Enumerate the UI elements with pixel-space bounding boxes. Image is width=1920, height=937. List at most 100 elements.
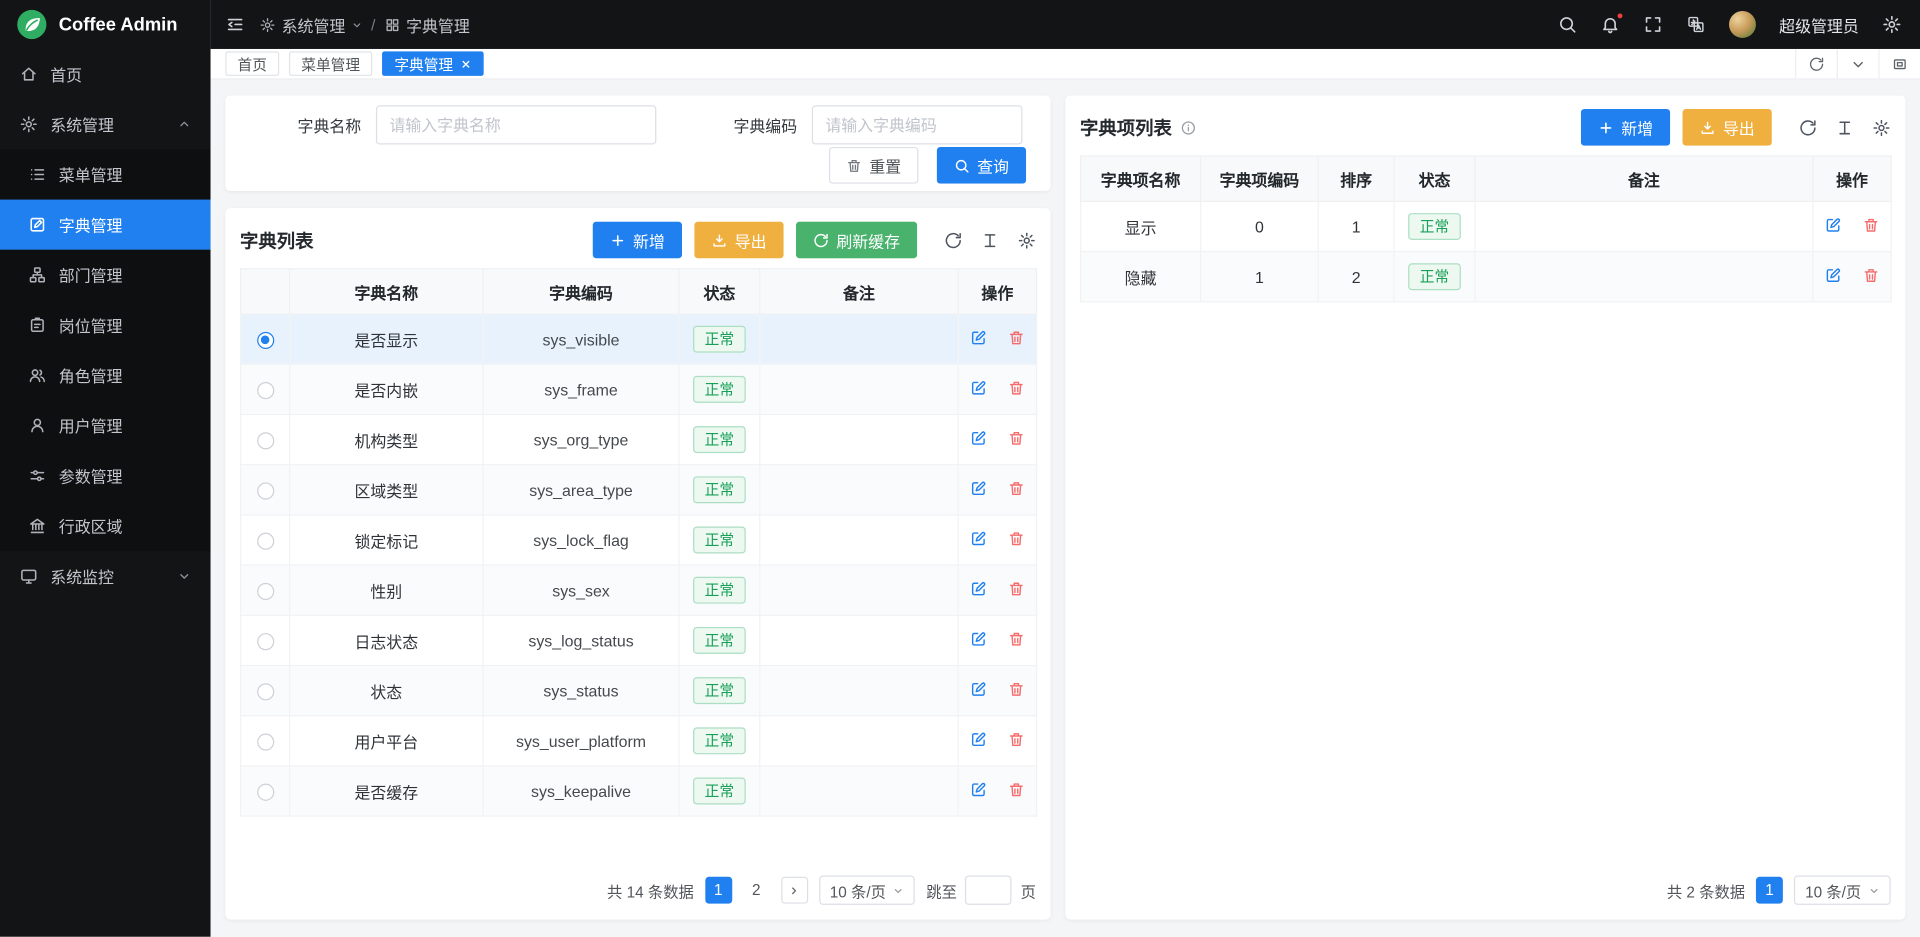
table-row[interactable]: 锁定标记 sys_lock_flag 正常 bbox=[241, 515, 1037, 565]
page-size-select[interactable]: 10 条/页 bbox=[819, 876, 916, 905]
tab-home[interactable]: 首页 bbox=[225, 51, 279, 75]
delete-icon[interactable] bbox=[1862, 216, 1879, 233]
table-row[interactable]: 是否内嵌 sys_frame 正常 bbox=[241, 364, 1037, 414]
table-row[interactable]: 机构类型 sys_org_type 正常 bbox=[241, 414, 1037, 464]
breadcrumb-page[interactable]: 字典管理 bbox=[384, 13, 470, 36]
edit-icon[interactable] bbox=[1825, 266, 1842, 283]
info-icon[interactable] bbox=[1180, 119, 1196, 135]
chevron-down-icon[interactable] bbox=[1837, 49, 1879, 78]
column-settings-gear-icon[interactable] bbox=[1872, 118, 1890, 136]
refresh-icon[interactable] bbox=[1795, 49, 1837, 78]
export-items-button[interactable]: 导出 bbox=[1682, 109, 1771, 146]
sidebar-item-param-mgmt[interactable]: 参数管理 bbox=[0, 451, 211, 501]
bell-icon[interactable] bbox=[1600, 15, 1620, 35]
refresh-icon[interactable] bbox=[1799, 118, 1817, 136]
table-row[interactable]: 区域类型 sys_area_type 正常 bbox=[241, 465, 1037, 515]
delete-icon[interactable] bbox=[1008, 479, 1025, 496]
sidebar-item-menu-mgmt[interactable]: 菜单管理 bbox=[0, 149, 211, 199]
delete-icon[interactable] bbox=[1008, 530, 1025, 547]
export-button[interactable]: 导出 bbox=[694, 222, 783, 259]
delete-icon[interactable] bbox=[1008, 630, 1025, 647]
add-button[interactable]: 新增 bbox=[593, 222, 682, 259]
dict-name-input[interactable] bbox=[376, 105, 656, 144]
breadcrumb: 系统管理 / 字典管理 bbox=[260, 13, 470, 36]
content-fullscreen-icon[interactable] bbox=[1878, 49, 1920, 78]
row-radio[interactable] bbox=[257, 683, 274, 700]
row-radio[interactable] bbox=[257, 432, 274, 449]
edit-icon[interactable] bbox=[1825, 216, 1842, 233]
row-radio[interactable] bbox=[257, 382, 274, 399]
table-row[interactable]: 性别 sys_sex 正常 bbox=[241, 565, 1037, 615]
dict-code: sys_sex bbox=[483, 565, 679, 615]
sidebar-item-dict-mgmt[interactable]: 字典管理 bbox=[0, 200, 211, 250]
close-icon[interactable] bbox=[460, 58, 471, 69]
sidebar-item-user-mgmt[interactable]: 用户管理 bbox=[0, 400, 211, 450]
table-row[interactable]: 隐藏 1 2 正常 bbox=[1081, 252, 1892, 302]
delete-icon[interactable] bbox=[1008, 680, 1025, 697]
delete-icon[interactable] bbox=[1008, 781, 1025, 798]
page-button-1[interactable]: 1 bbox=[705, 877, 732, 904]
delete-icon[interactable] bbox=[1862, 266, 1879, 283]
edit-icon[interactable] bbox=[970, 630, 987, 647]
translate-icon[interactable] bbox=[1686, 15, 1706, 35]
delete-icon[interactable] bbox=[1008, 429, 1025, 446]
tab-menu-mgmt[interactable]: 菜单管理 bbox=[289, 51, 372, 75]
row-radio[interactable] bbox=[257, 633, 274, 650]
add-item-button[interactable]: 新增 bbox=[1581, 109, 1670, 146]
sidebar-item-role-mgmt[interactable]: 角色管理 bbox=[0, 350, 211, 400]
row-radio[interactable] bbox=[257, 532, 274, 549]
table-row[interactable]: 状态 sys_status 正常 bbox=[241, 666, 1037, 716]
edit-icon[interactable] bbox=[970, 379, 987, 396]
delete-icon[interactable] bbox=[1008, 379, 1025, 396]
fullscreen-icon[interactable] bbox=[1643, 15, 1663, 35]
next-page-button[interactable] bbox=[781, 877, 808, 904]
avatar[interactable] bbox=[1729, 11, 1756, 38]
column-settings-gear-icon[interactable] bbox=[1018, 231, 1036, 249]
sidebar-group-monitor[interactable]: 系统监控 bbox=[0, 551, 211, 601]
row-radio[interactable] bbox=[257, 482, 274, 499]
edit-icon[interactable] bbox=[970, 781, 987, 798]
sidebar-group-system[interactable]: 系统管理 bbox=[0, 99, 211, 149]
table-row[interactable]: 是否显示 sys_visible 正常 bbox=[241, 314, 1037, 364]
sidebar-item-home[interactable]: 首页 bbox=[0, 49, 211, 99]
delete-icon[interactable] bbox=[1008, 580, 1025, 597]
edit-icon[interactable] bbox=[970, 479, 987, 496]
search-icon[interactable] bbox=[1558, 15, 1578, 35]
breadcrumb-system[interactable]: 系统管理 bbox=[260, 13, 363, 36]
tab-dict-mgmt[interactable]: 字典管理 bbox=[382, 51, 484, 75]
reset-button[interactable]: 重置 bbox=[829, 147, 918, 184]
row-radio[interactable] bbox=[257, 332, 274, 349]
page-button-1[interactable]: 1 bbox=[1756, 877, 1783, 904]
username[interactable]: 超级管理员 bbox=[1779, 13, 1859, 36]
delete-icon[interactable] bbox=[1008, 730, 1025, 747]
table-row[interactable]: 是否缓存 sys_keepalive 正常 bbox=[241, 766, 1037, 816]
edit-icon[interactable] bbox=[970, 429, 987, 446]
edit-icon[interactable] bbox=[970, 329, 987, 346]
row-radio[interactable] bbox=[257, 733, 274, 750]
edit-icon[interactable] bbox=[970, 580, 987, 597]
row-radio[interactable] bbox=[257, 583, 274, 600]
settings-gear-icon[interactable] bbox=[1882, 15, 1902, 35]
sidebar-item-region[interactable]: 行政区域 bbox=[0, 501, 211, 551]
row-radio[interactable] bbox=[257, 783, 274, 800]
menu-fold-icon[interactable] bbox=[225, 15, 245, 35]
density-icon[interactable] bbox=[1836, 118, 1854, 136]
pagination-total: 共 2 条数据 bbox=[1667, 879, 1745, 902]
jump-page-input[interactable] bbox=[965, 876, 1012, 905]
page-button-2[interactable]: 2 bbox=[743, 877, 770, 904]
table-row[interactable]: 显示 0 1 正常 bbox=[1081, 201, 1892, 251]
edit-icon[interactable] bbox=[970, 680, 987, 697]
sidebar-item-dept-mgmt[interactable]: 部门管理 bbox=[0, 250, 211, 300]
dict-code-input[interactable] bbox=[812, 105, 1023, 144]
edit-icon[interactable] bbox=[970, 530, 987, 547]
query-button[interactable]: 查询 bbox=[937, 147, 1026, 184]
density-icon[interactable] bbox=[981, 231, 999, 249]
page-size-select[interactable]: 10 条/页 bbox=[1794, 876, 1891, 905]
refresh-icon[interactable] bbox=[944, 231, 962, 249]
sidebar-item-post-mgmt[interactable]: 岗位管理 bbox=[0, 300, 211, 350]
refresh-cache-button[interactable]: 刷新缓存 bbox=[796, 222, 917, 259]
table-row[interactable]: 用户平台 sys_user_platform 正常 bbox=[241, 716, 1037, 766]
edit-icon[interactable] bbox=[970, 730, 987, 747]
table-row[interactable]: 日志状态 sys_log_status 正常 bbox=[241, 615, 1037, 665]
delete-icon[interactable] bbox=[1008, 329, 1025, 346]
